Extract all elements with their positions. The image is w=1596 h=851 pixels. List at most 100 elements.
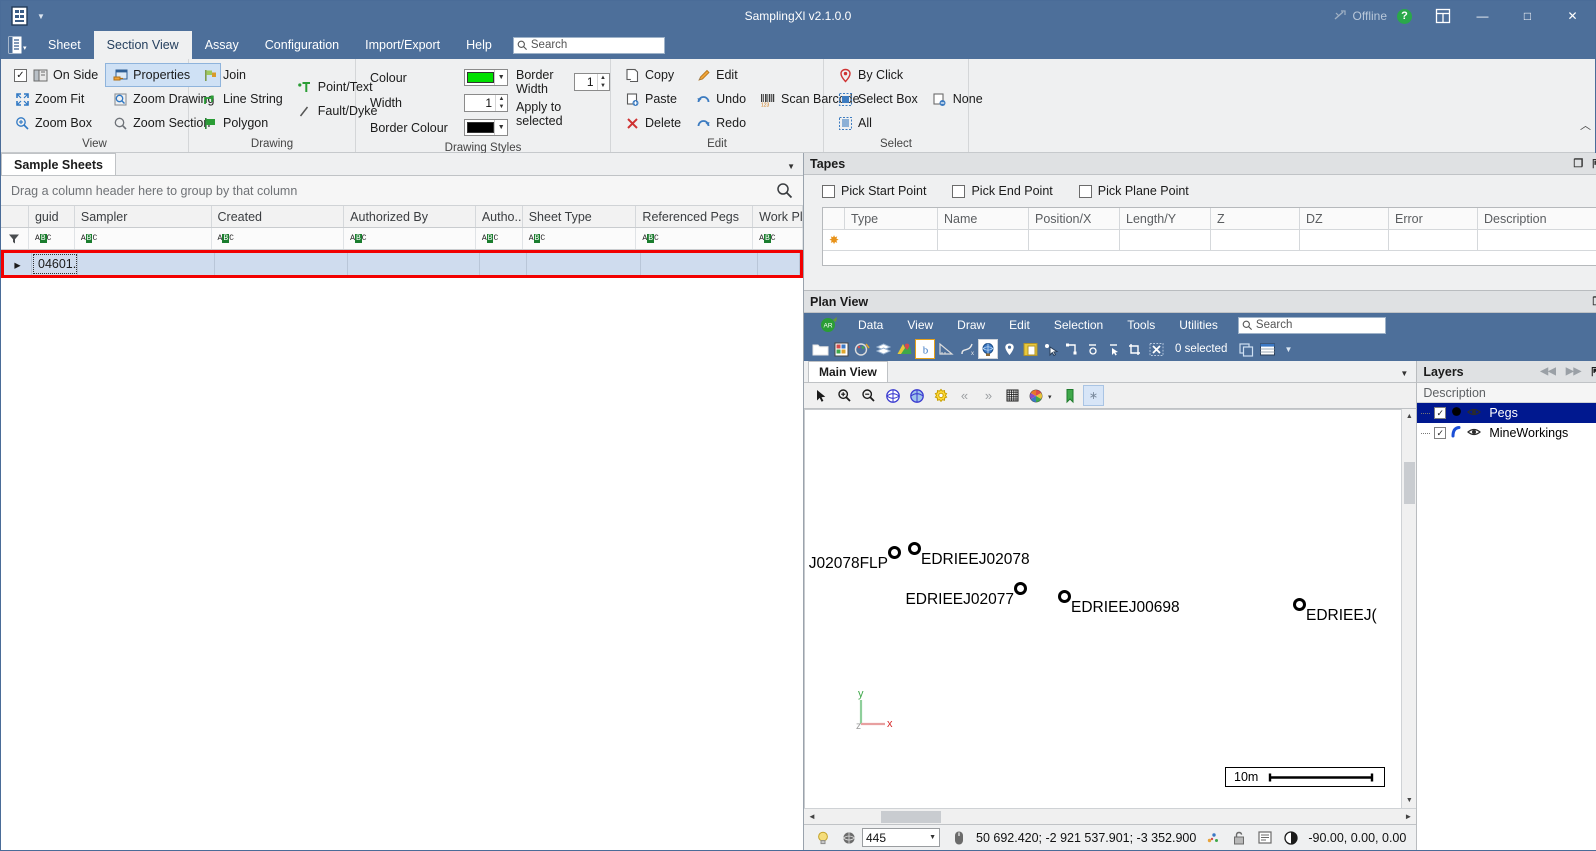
- collapse-ribbon-icon[interactable]: ︿: [1580, 117, 1591, 133]
- grid-filter-sampler[interactable]: ABC: [75, 228, 212, 249]
- note-icon[interactable]: [1252, 830, 1278, 845]
- block-model-icon[interactable]: b: [915, 339, 935, 359]
- canvas-hscroll-thumb[interactable]: [881, 811, 941, 823]
- grid-header-sampler[interactable]: Sampler: [75, 206, 212, 227]
- grid-header-authorized-by[interactable]: Authorized By: [344, 206, 476, 227]
- peg-marker[interactable]: EDRIEEJ02078: [908, 542, 921, 555]
- copy-view-icon[interactable]: [1236, 339, 1256, 359]
- settings-gear-icon[interactable]: [930, 385, 951, 406]
- grid-find-icon[interactable]: [776, 182, 793, 202]
- peg-dot-icon[interactable]: [1058, 590, 1071, 603]
- star-icon[interactable]: ∗: [1083, 385, 1104, 406]
- tapes-cell-type[interactable]: [845, 230, 938, 250]
- globe-icon[interactable]: [978, 339, 998, 359]
- grid-filter-guid[interactable]: ABC: [29, 228, 75, 249]
- cell-guid[interactable]: 04601...: [32, 253, 78, 275]
- inspect-node-icon[interactable]: [1083, 339, 1103, 359]
- close-button[interactable]: ✕: [1550, 1, 1595, 31]
- layers-pin-icon[interactable]: ⇱: [1591, 365, 1596, 379]
- cell-sheet-type[interactable]: [527, 253, 641, 275]
- pick-plane-point-checkbox[interactable]: [1079, 185, 1092, 198]
- cell-created[interactable]: [215, 253, 348, 275]
- colour-picker-button[interactable]: ▼: [464, 69, 508, 86]
- layers-column-header[interactable]: Description: [1417, 383, 1596, 403]
- pick-plane-point-option[interactable]: Pick Plane Point: [1079, 184, 1189, 198]
- minimize-button[interactable]: —: [1460, 1, 1505, 31]
- ribbon-zoom-fit-button[interactable]: Zoom Fit: [7, 87, 105, 111]
- layers-nav-prev-icon[interactable]: ◀◀: [1540, 366, 1555, 377]
- group-by-hint[interactable]: Drag a column header here to group by th…: [1, 176, 803, 206]
- grid-filter-work-place[interactable]: ABC: [753, 228, 803, 249]
- tapes-cell-error[interactable]: [1389, 230, 1478, 250]
- tapes-cell-name[interactable]: [938, 230, 1029, 250]
- globe-status-icon[interactable]: [836, 830, 862, 846]
- peg-marker[interactable]: EDRIEEJ02077: [1014, 582, 1027, 595]
- globe-blue-icon[interactable]: [882, 385, 903, 406]
- lock-icon[interactable]: [1226, 830, 1252, 846]
- layer-eye-icon[interactable]: [1467, 426, 1481, 441]
- pick-end-point-option[interactable]: Pick End Point: [952, 184, 1052, 198]
- ribbon-line-string-button[interactable]: Line String: [195, 87, 290, 111]
- map-pin-icon[interactable]: [894, 339, 914, 359]
- clear-selection-icon[interactable]: [1146, 339, 1166, 359]
- plan-view-menu-tools[interactable]: Tools: [1115, 318, 1167, 332]
- point-select-icon[interactable]: [1041, 339, 1061, 359]
- ribbon-polygon-button[interactable]: Polygon: [195, 111, 290, 135]
- row-expander-icon[interactable]: ▸: [4, 253, 32, 275]
- border-colour-picker-button[interactable]: ▼: [464, 119, 508, 136]
- tapes-float-icon[interactable]: ❐: [1573, 157, 1583, 170]
- snap-points-icon[interactable]: [1200, 830, 1226, 846]
- menu-item-sheet[interactable]: Sheet: [35, 31, 94, 59]
- ribbon-zoom-box-button[interactable]: Zoom Box: [7, 111, 105, 135]
- cell-authorized[interactable]: [480, 253, 527, 275]
- peg-marker[interactable]: EDRIEEJ(: [1293, 598, 1306, 611]
- ribbon-undo-button[interactable]: Undo: [688, 87, 753, 111]
- layer-visible-checkbox[interactable]: ✓: [1434, 407, 1446, 419]
- pick-end-point-checkbox[interactable]: [952, 185, 965, 198]
- tapes-header-type[interactable]: Type: [845, 208, 938, 229]
- layers-icon[interactable]: [873, 339, 893, 359]
- prev-icon[interactable]: «: [954, 385, 975, 406]
- tapes-header-error[interactable]: Error: [1389, 208, 1478, 229]
- tapes-cell-position-x[interactable]: [1029, 230, 1120, 250]
- plan-view-canvas[interactable]: y x z 10m: [804, 409, 1401, 808]
- tapes-cell-z[interactable]: [1211, 230, 1300, 250]
- grid-header-authorized[interactable]: Autho...: [476, 206, 523, 227]
- tapes-cell-length-y[interactable]: [1120, 230, 1211, 250]
- on-side-checkbox[interactable]: ✓: [14, 69, 27, 82]
- zoom-in-icon[interactable]: [834, 385, 855, 406]
- tapes-header-length-y[interactable]: Length/Y: [1120, 208, 1211, 229]
- ribbon-select-box-button[interactable]: Select Box: [830, 87, 925, 111]
- tapes-header-name[interactable]: Name: [938, 208, 1029, 229]
- grid-header-work-place[interactable]: Work Pl...: [753, 206, 803, 227]
- ribbon-on-side-toggle[interactable]: ✓ On Side: [7, 63, 105, 87]
- peg-dot-icon[interactable]: [908, 542, 921, 555]
- cell-authorized-by[interactable]: [348, 253, 480, 275]
- pointer-icon[interactable]: [810, 385, 831, 406]
- canvas-horizontal-scrollbar[interactable]: ◄ ►: [804, 808, 1416, 824]
- next-icon[interactable]: »: [978, 385, 999, 406]
- peg-dot-icon[interactable]: [888, 546, 901, 559]
- sample-sheets-tab-chevron-down-icon[interactable]: ▼: [787, 162, 795, 171]
- page-icon[interactable]: [1020, 339, 1040, 359]
- pin-drop-icon[interactable]: [999, 339, 1019, 359]
- colour-chevron-down-icon[interactable]: ▼: [494, 70, 507, 85]
- width-spinner-arrows[interactable]: ▲▼: [495, 95, 507, 111]
- grid-filter-sheet-type[interactable]: ABC: [523, 228, 637, 249]
- scale-combo-chevron-down-icon[interactable]: ▼: [929, 834, 936, 841]
- grid-header-created[interactable]: Created: [212, 206, 345, 227]
- pick-start-point-checkbox[interactable]: [822, 185, 835, 198]
- peg-dot-icon[interactable]: [1293, 598, 1306, 611]
- plan-view-logo-icon[interactable]: AR: [812, 316, 846, 334]
- crop-node-icon[interactable]: [1125, 339, 1145, 359]
- ribbon-search-box[interactable]: Search: [513, 37, 665, 54]
- plan-view-menu-selection[interactable]: Selection: [1042, 318, 1115, 332]
- pick-node-icon[interactable]: [1104, 339, 1124, 359]
- offline-status[interactable]: Offline: [1333, 9, 1387, 23]
- orientation-icon[interactable]: [1278, 830, 1304, 846]
- menu-item-assay[interactable]: Assay: [192, 31, 252, 59]
- grid-header-referenced-pegs[interactable]: Referenced Pegs: [636, 206, 753, 227]
- tapes-pin-icon[interactable]: ⇱: [1592, 157, 1596, 171]
- peg-marker[interactable]: J02078FLP: [888, 546, 901, 559]
- help-button[interactable]: ?: [1397, 9, 1412, 24]
